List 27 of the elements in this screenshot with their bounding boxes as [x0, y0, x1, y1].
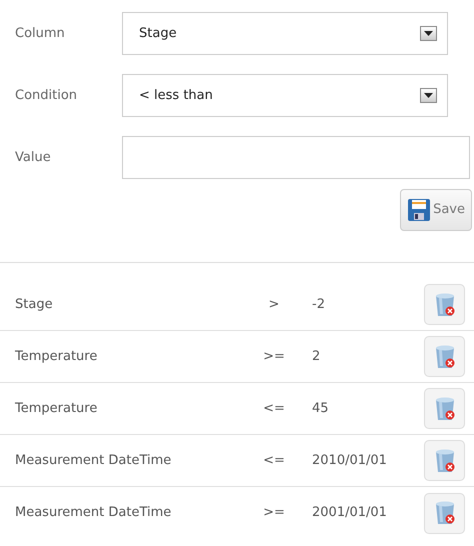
filter-column: Temperature — [15, 398, 251, 418]
filter-value: 2 — [311, 348, 322, 366]
dropdown[interactable]: < less than — [122, 74, 448, 117]
filter-value: 2001/01/01 — [311, 504, 388, 522]
filter-value: 45 — [311, 400, 330, 418]
filter-column: Stage — [15, 294, 251, 314]
filter-column: Temperature — [15, 346, 251, 366]
save-button[interactable]: Save — [400, 189, 472, 231]
field-label: Condition — [14, 86, 78, 105]
field-label: Value — [14, 148, 52, 167]
filter-column: Measurement DateTime — [15, 503, 251, 523]
filter-value: 2010/01/01 — [311, 452, 388, 470]
dropdown[interactable]: Stage — [122, 12, 448, 55]
filter-operator: <= — [262, 400, 286, 418]
filter-operator: >= — [262, 348, 286, 366]
delete-button[interactable] — [424, 492, 465, 534]
delete-button[interactable] — [424, 336, 465, 377]
delete-button[interactable] — [424, 388, 465, 429]
filter-operator: >= — [262, 504, 286, 522]
filter-column: Measurement DateTime — [15, 450, 251, 470]
value-input[interactable] — [122, 136, 470, 179]
filter-operator: <= — [262, 452, 286, 470]
delete-button[interactable] — [424, 440, 465, 481]
delete-button[interactable] — [424, 284, 465, 325]
filter-operator: > — [268, 296, 280, 314]
filter-value: -2 — [311, 296, 326, 314]
field-label: Column — [14, 24, 66, 43]
